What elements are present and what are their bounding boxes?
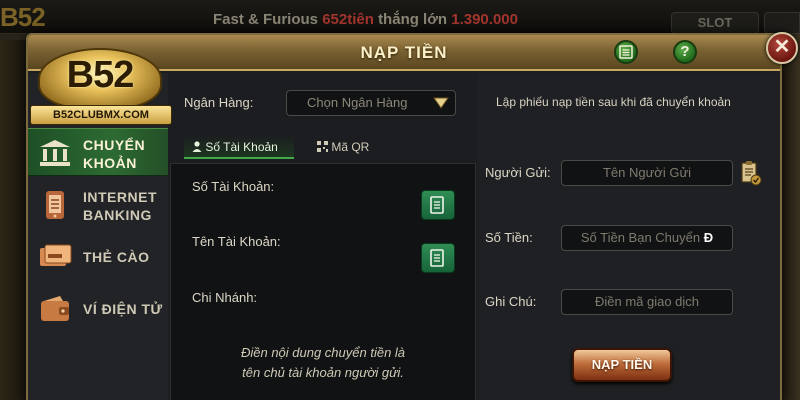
ticker-value: 1.390.000 <box>451 11 518 28</box>
copy-account-number-button[interactable] <box>421 190 455 220</box>
sidebar-item-label: INTERNET BANKING <box>83 189 157 223</box>
lobby-topbar: B52 Fast & Furious 652tiên thắng lớn 1.3… <box>0 0 800 34</box>
bank-select[interactable]: Chọn Ngân Hàng <box>286 90 456 116</box>
account-name-label: Tên Tài Khoản: <box>192 234 281 249</box>
clipboard-check-icon[interactable] <box>740 160 762 186</box>
help-button[interactable]: ? <box>673 40 697 64</box>
slot-tab[interactable]: SLOT <box>671 12 759 34</box>
logo-ribbon: B52CLUBMX.COM <box>30 105 172 125</box>
jackpot-ticker: Fast & Furious 652tiên thắng lớn 1.390.0… <box>213 11 518 28</box>
transfer-note: Điền nội dung chuyển tiền là tên chủ tài… <box>170 343 476 383</box>
sidebar-item-label: VÍ ĐIỆN TỬ <box>83 301 163 317</box>
account-number-label: Số Tài Khoản: <box>192 179 275 194</box>
tab-label: Số Tài Khoản <box>205 140 278 154</box>
note-placeholder: Điền mã giao dịch <box>594 294 700 309</box>
copy-account-name-button[interactable] <box>421 243 455 273</box>
note-input[interactable]: Điền mã giao dịch <box>561 289 733 315</box>
deposit-submit-button[interactable]: NẠP TIỀN <box>572 348 672 382</box>
bank-icon <box>40 140 70 166</box>
logo-main-text: B52 <box>66 54 135 96</box>
lobby-left-strip <box>0 40 26 400</box>
ticker-player: 652tiên <box>322 11 374 28</box>
phone-banking-icon <box>46 191 64 219</box>
form-title: Lập phiếu nạp tiền sau khi đã chuyển kho… <box>496 95 731 109</box>
amount-placeholder: Số Tiền Bạn Chuyển <box>580 230 701 245</box>
copy-icon <box>430 249 444 267</box>
scratch-card-icon <box>40 244 72 266</box>
close-button[interactable]: ✕ <box>766 32 798 64</box>
amount-label: Số Tiền: <box>485 230 533 245</box>
wallet-icon <box>41 296 69 321</box>
ticker-verb: thắng lớn <box>378 11 448 28</box>
qr-icon <box>317 141 328 152</box>
amount-input[interactable]: Số Tiền Bạn Chuyển Đ <box>561 225 733 251</box>
transfer-note-line1: Điền nội dung chuyển tiền là <box>240 345 406 360</box>
transfer-note-line2: tên chủ tài khoản người gửi. <box>242 365 404 380</box>
sidebar-item-label: THẺ CÀO <box>83 249 150 265</box>
b52-logo: B52 B52CLUBMX.COM <box>30 48 178 134</box>
copy-icon <box>430 196 444 214</box>
account-tabs: Số Tài Khoản Mã QR <box>184 135 474 161</box>
lobby-tab-partial[interactable] <box>764 12 800 34</box>
tab-qr-code[interactable]: Mã QR <box>309 135 399 159</box>
tab-account-number[interactable]: Số Tài Khoản <box>184 135 294 159</box>
currency-symbol: Đ <box>703 230 714 245</box>
lobby-logo: B52 <box>0 2 46 32</box>
sidebar-item-chuyen-khoan[interactable]: CHUYỂN KHOẢN <box>28 128 168 176</box>
history-button[interactable] <box>614 40 638 64</box>
bank-select-placeholder: Chọn Ngân Hàng <box>307 95 408 110</box>
sender-input[interactable]: Tên Người Gửi <box>561 160 733 186</box>
sender-label: Người Gửi: <box>485 165 551 180</box>
sidebar-item-the-cao[interactable]: THẺ CÀO <box>28 233 168 281</box>
branch-label: Chi Nhánh: <box>192 290 258 305</box>
tab-label: Mã QR <box>331 140 370 154</box>
sender-placeholder: Tên Người Gửi <box>602 165 692 180</box>
bank-label: Ngân Hàng: <box>184 95 254 110</box>
lobby-right-strip <box>780 34 800 400</box>
chevron-down-icon <box>433 97 449 109</box>
note-label: Ghi Chú: <box>485 294 537 309</box>
sidebar-item-vi-dien-tu[interactable]: VÍ ĐIỆN TỬ <box>28 285 168 333</box>
user-icon <box>192 141 202 152</box>
ticker-game: Fast & Furious <box>213 11 319 28</box>
list-icon <box>619 45 633 59</box>
sidebar-item-internet-banking[interactable]: INTERNET BANKING <box>28 181 168 229</box>
sidebar-item-label: CHUYỂN KHOẢN <box>83 137 146 171</box>
